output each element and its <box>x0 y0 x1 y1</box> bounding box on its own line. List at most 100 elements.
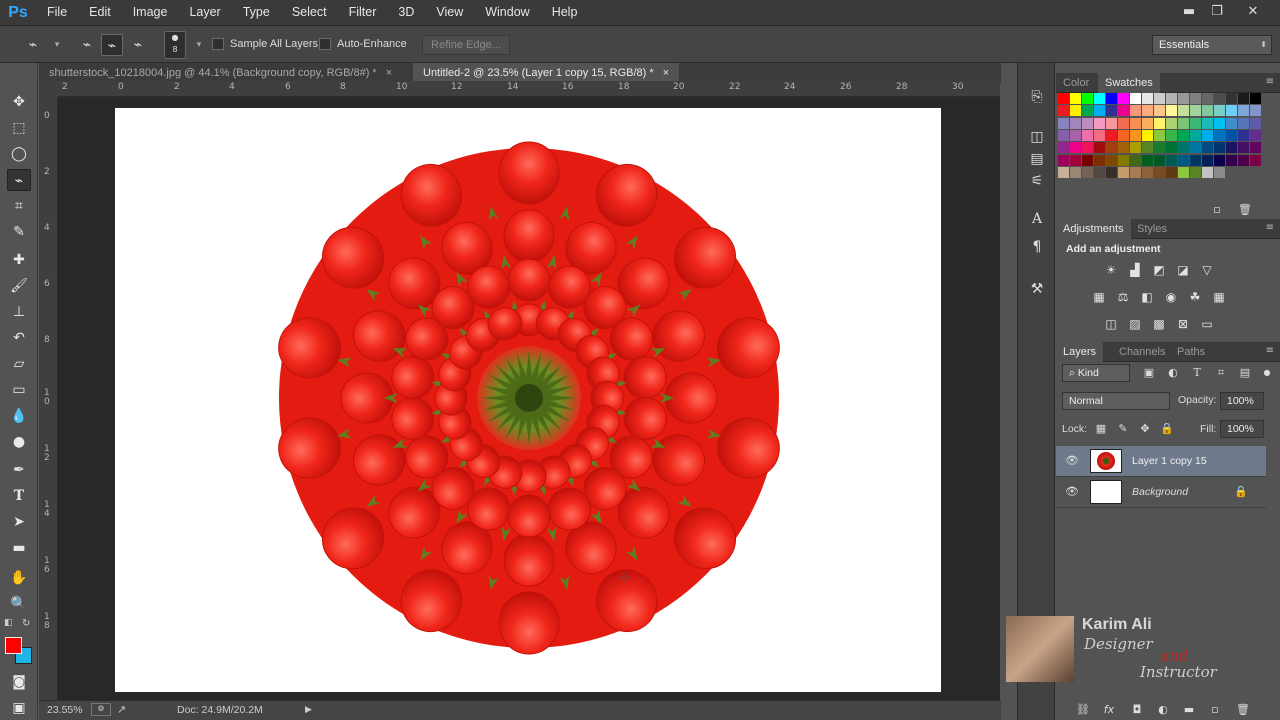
color-swatch[interactable] <box>1202 117 1213 129</box>
layer-style-icon[interactable]: fx <box>1102 703 1116 717</box>
color-swatch[interactable] <box>1130 142 1141 154</box>
color-swatch[interactable] <box>1082 154 1093 166</box>
color-swatch[interactable] <box>1178 166 1189 178</box>
blend-mode-select[interactable]: Normal <box>1062 392 1170 410</box>
color-swatch[interactable] <box>1190 117 1201 129</box>
paragraph-panel-icon[interactable]: ¶ <box>1027 237 1047 257</box>
visibility-eye-icon[interactable]: 👁 <box>1065 454 1079 468</box>
color-swatch[interactable] <box>1238 117 1249 129</box>
color-swatch[interactable] <box>1166 117 1177 129</box>
color-swatch[interactable] <box>1226 142 1237 154</box>
color-swatch[interactable] <box>1202 93 1213 104</box>
panel-menu-icon[interactable]: ≡ <box>1266 76 1274 87</box>
preset-dropdown-icon[interactable]: ▾ <box>46 34 68 56</box>
quick-mask-icon[interactable]: ◙ <box>7 671 31 693</box>
fill-input[interactable]: 100% <box>1220 420 1264 438</box>
tab-close-icon[interactable]: × <box>386 67 392 79</box>
color-swatch[interactable] <box>1226 93 1237 104</box>
clone-stamp-tool-icon[interactable]: ⊥ <box>7 301 31 323</box>
color-swatch[interactable] <box>1094 129 1105 141</box>
color-swatch[interactable] <box>1226 105 1237 117</box>
menu-type[interactable]: Type <box>232 0 281 25</box>
tab-paths[interactable]: Paths <box>1170 342 1212 362</box>
horizontal-ruler[interactable]: 2 0 2 4 6 8 10 12 14 16 18 20 22 24 26 2… <box>58 81 1000 97</box>
menu-edit[interactable]: Edit <box>78 0 122 25</box>
color-swatch[interactable] <box>1226 117 1237 129</box>
minimize-button[interactable]: ▬ <box>1174 2 1204 22</box>
dodge-tool-icon[interactable]: ● <box>7 431 31 453</box>
color-swatch[interactable] <box>1190 166 1201 178</box>
color-swatch[interactable] <box>1214 105 1225 117</box>
menu-window[interactable]: Window <box>474 0 540 25</box>
color-swatch[interactable] <box>1154 154 1165 166</box>
color-swatch[interactable] <box>1094 154 1105 166</box>
color-swatch[interactable] <box>1058 166 1069 178</box>
layer-row-background[interactable]: 👁 Background 🔒 <box>1056 477 1266 508</box>
color-swatch[interactable] <box>1190 129 1201 141</box>
color-swatch[interactable] <box>1190 142 1201 154</box>
color-swatch[interactable] <box>1106 166 1117 178</box>
color-swatch[interactable] <box>1118 93 1129 104</box>
quick-selection-tool-icon[interactable]: ⌁ <box>7 169 31 191</box>
color-swatch[interactable] <box>1154 166 1165 178</box>
color-swatch[interactable] <box>1058 142 1069 154</box>
vibrance-icon[interactable]: ▽ <box>1198 261 1216 279</box>
color-swatch[interactable] <box>1250 105 1261 117</box>
blur-tool-icon[interactable]: 💧 <box>7 405 31 427</box>
tab-shutterstock[interactable]: shutterstock_10218004.jpg @ 44.1% (Backg… <box>39 63 403 83</box>
brush-presets-icon[interactable]: ⚟ <box>1027 171 1047 191</box>
color-swatch[interactable] <box>1070 129 1081 141</box>
color-swatch[interactable] <box>1214 93 1225 104</box>
quick-selection-tool-preset-icon[interactable]: ⌁ <box>22 34 44 56</box>
color-swatch[interactable] <box>1178 105 1189 117</box>
color-swatch[interactable] <box>1154 129 1165 141</box>
color-swatch[interactable] <box>1118 129 1129 141</box>
marquee-tool-icon[interactable]: ⬚ <box>7 117 31 139</box>
color-swatch[interactable] <box>1250 129 1261 141</box>
color-swatch[interactable] <box>1058 129 1069 141</box>
menu-filter[interactable]: Filter <box>338 0 388 25</box>
color-swatch[interactable] <box>1166 142 1177 154</box>
color-balance-icon[interactable]: ⚖ <box>1114 288 1132 306</box>
threshold-icon[interactable]: ▩ <box>1150 315 1168 333</box>
color-swatch[interactable] <box>1130 105 1141 117</box>
healing-brush-tool-icon[interactable]: ✚ <box>7 249 31 271</box>
new-swatch-icon[interactable]: ▫ <box>1210 203 1224 217</box>
color-swatch[interactable] <box>1202 105 1213 117</box>
new-layer-icon[interactable]: ▫ <box>1208 703 1222 717</box>
color-swatch[interactable] <box>1082 117 1093 129</box>
delete-swatch-icon[interactable]: 🗑 <box>1238 203 1252 217</box>
posterize-icon[interactable]: ▨ <box>1126 315 1144 333</box>
info-panel-icon[interactable]: ▤ <box>1027 149 1047 169</box>
color-swatch[interactable] <box>1202 129 1213 141</box>
color-swatch[interactable] <box>1202 142 1213 154</box>
lock-position-icon[interactable]: ✥ <box>1138 422 1152 436</box>
color-swatch[interactable] <box>1154 93 1165 104</box>
rectangle-tool-icon[interactable]: ▬ <box>7 537 31 559</box>
gradient-tool-icon[interactable]: ▭ <box>7 379 31 401</box>
color-swatch[interactable] <box>1154 117 1165 129</box>
swap-colors-icon[interactable]: ↻ <box>22 618 30 629</box>
workspace-switcher[interactable]: Essentials ⬍ <box>1152 35 1272 55</box>
color-swatch[interactable] <box>1142 142 1153 154</box>
filter-smart-object-icon[interactable]: ▤ <box>1238 366 1252 380</box>
color-swatch[interactable] <box>1106 105 1117 117</box>
new-selection-icon[interactable]: ⌁ <box>76 34 98 56</box>
color-swatch[interactable] <box>1190 93 1201 104</box>
color-swatch[interactable] <box>1178 154 1189 166</box>
color-swatch[interactable] <box>1238 105 1249 117</box>
menu-file[interactable]: File <box>36 0 78 25</box>
color-swatch[interactable] <box>1178 117 1189 129</box>
color-swatch[interactable] <box>1226 129 1237 141</box>
layer-row-layer-1-copy-15[interactable]: 👁 Layer 1 copy 15 <box>1056 446 1266 477</box>
hand-tool-icon[interactable]: ✋ <box>7 567 31 589</box>
tab-untitled-2[interactable]: Untitled-2 @ 23.5% (Layer 1 copy 15, RGB… <box>413 63 680 83</box>
levels-icon[interactable]: ▟ <box>1126 261 1144 279</box>
tab-styles[interactable]: Styles <box>1130 219 1174 239</box>
color-swatch[interactable] <box>1166 129 1177 141</box>
color-swatch[interactable] <box>1070 166 1081 178</box>
filter-type-icon[interactable]: T <box>1190 366 1204 380</box>
zoom-tool-icon[interactable]: 🔍 <box>7 593 31 615</box>
tool-presets-icon[interactable]: ⚒ <box>1027 279 1047 299</box>
color-swatch[interactable] <box>1082 129 1093 141</box>
